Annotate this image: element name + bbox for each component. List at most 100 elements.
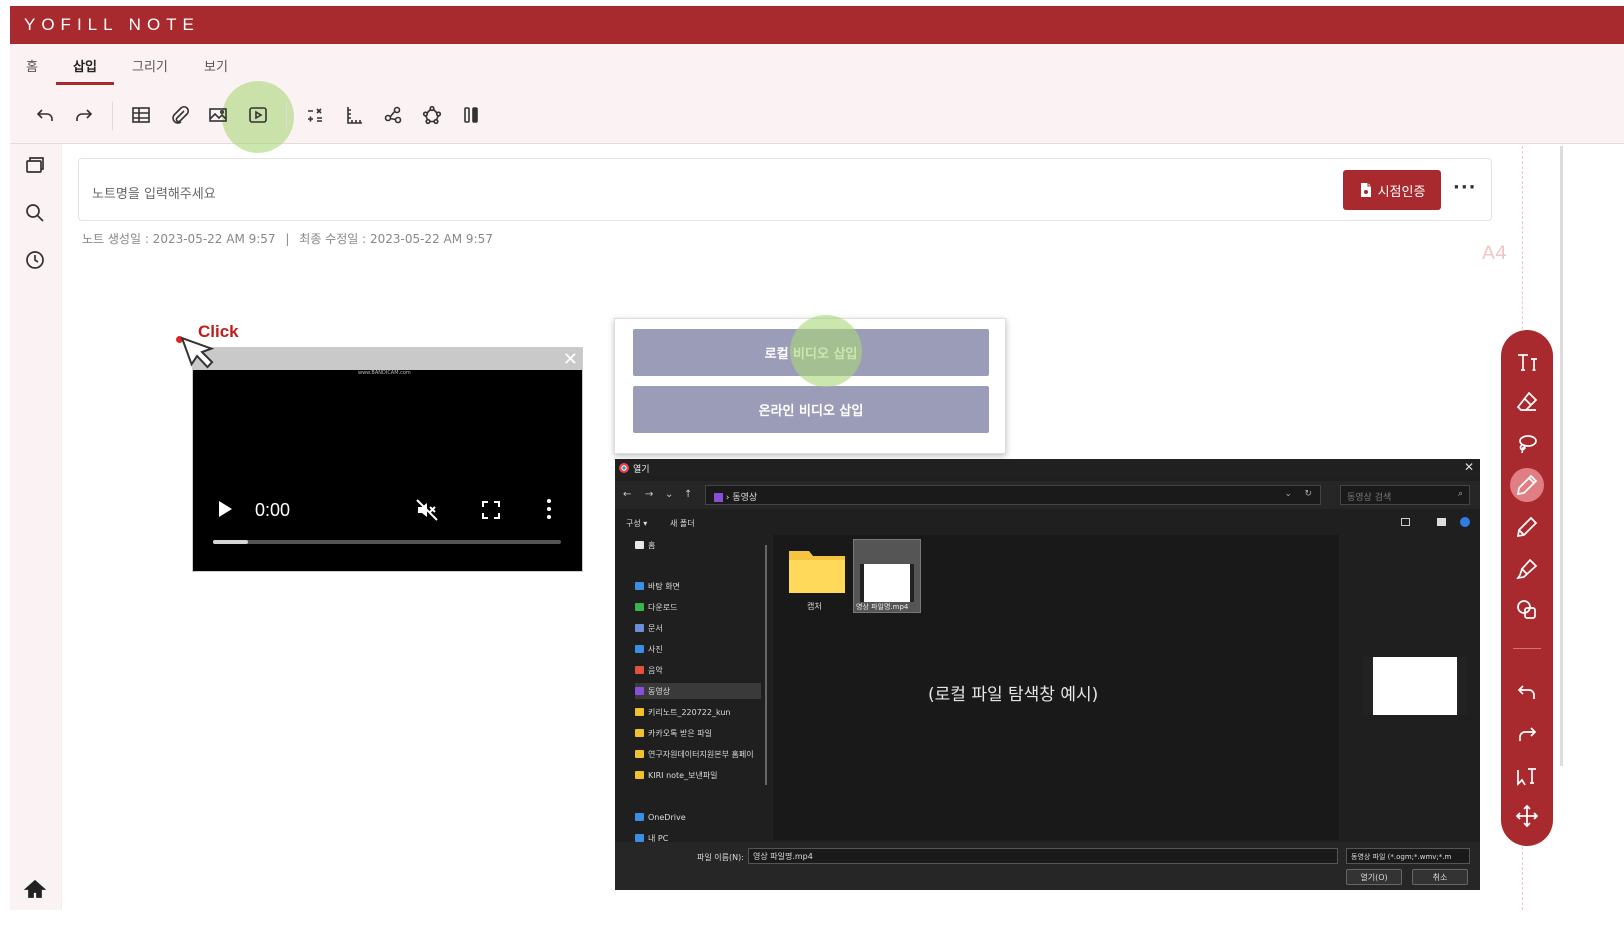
tab-home[interactable]: 홈: [26, 56, 38, 75]
refresh-icon[interactable]: ↻: [1304, 489, 1312, 499]
dialog-file-list: 캡처 영상 파일명.mp4 (로컬 파일 탐색창 예시): [773, 535, 1339, 840]
address-text: › 동영상: [714, 490, 757, 503]
meta-separator: |: [285, 232, 290, 246]
file-open-dialog: 열기 ✕ ← → ⌄ ↑ › 동영상 ⌄ ↻ 동영상 검색 ⌕ 구성 ▾ 새 폴…: [615, 459, 1480, 890]
up-icon[interactable]: ↑: [684, 489, 692, 500]
dialog-nav-bar: ← → ⌄ ↑ › 동영상 ⌄ ↻ 동영상 검색 ⌕: [615, 481, 1480, 509]
share-icon[interactable]: [380, 102, 406, 128]
highlighter-icon[interactable]: [1515, 557, 1539, 581]
sidebar-item-downloads[interactable]: 다운로드: [635, 599, 761, 615]
video-menu-icon[interactable]: [545, 498, 553, 520]
sidebar-item-onedrive[interactable]: OneDrive: [635, 809, 761, 825]
view-options-icon[interactable]: [1401, 518, 1410, 526]
dialog-title: 열기: [633, 465, 650, 475]
file-label: 영상 파일명.mp4: [856, 603, 909, 611]
play-icon[interactable]: [217, 500, 233, 518]
eraser-icon[interactable]: [1515, 390, 1539, 414]
close-icon[interactable]: ✕: [1464, 460, 1474, 474]
file-type-select[interactable]: 동영상 파일 (*.ogm;*.wmv;*.m: [1346, 848, 1470, 864]
pen-icon[interactable]: [1515, 473, 1539, 497]
note-meta: 노트 생성일 : 2023-05-22 AM 9:57 | 최종 수정일 : 2…: [82, 230, 493, 247]
toolbar-divider: [1513, 648, 1541, 649]
undo-icon[interactable]: [1515, 680, 1539, 704]
modified-date: 최종 수정일 : 2023-05-22 AM 9:57: [299, 232, 493, 246]
close-icon[interactable]: ✕: [563, 349, 578, 370]
text-icon[interactable]: [1515, 350, 1539, 374]
back-icon[interactable]: ←: [623, 489, 631, 500]
sidebar-item-home[interactable]: 홈: [635, 537, 761, 553]
tab-view[interactable]: 보기: [204, 56, 228, 75]
sidebar-item-folder[interactable]: 카카오톡 받은 파일: [635, 725, 761, 741]
shapes-icon[interactable]: [1515, 598, 1539, 622]
shape-icon[interactable]: [419, 102, 445, 128]
dialog-search-input[interactable]: 동영상 검색 ⌕: [1340, 485, 1470, 505]
pencil-icon[interactable]: [1515, 515, 1539, 539]
dialog-sidebar: 홈 바탕 화면 다운로드 문서 사진 음악 동영상 키리노트_220722_ku…: [615, 537, 770, 843]
online-video-insert-button[interactable]: 온라인 비디오 삽입: [633, 386, 989, 433]
cancel-button[interactable]: 취소: [1412, 869, 1468, 885]
redo-icon[interactable]: [71, 102, 97, 128]
sidebar-item-folder[interactable]: 키리노트_220722_kun: [635, 704, 761, 720]
note-title-bar: 노트명을 입력해주세요 시점인증 ···: [78, 158, 1492, 221]
sidebar-item-pictures[interactable]: 사진: [635, 641, 761, 657]
video-folder-icon: [714, 493, 723, 502]
created-date: 노트 생성일 : 2023-05-22 AM 9:57: [82, 232, 276, 246]
sidebar-scrollbar[interactable]: [765, 545, 767, 785]
mute-icon[interactable]: [415, 498, 439, 522]
undo-icon[interactable]: [32, 102, 58, 128]
lasso-icon[interactable]: [1515, 432, 1539, 456]
redo-icon[interactable]: [1515, 722, 1539, 746]
video-file-item[interactable]: 영상 파일명.mp4: [853, 539, 921, 613]
sidebar-item-folder[interactable]: 연구자원데이터지원본부 홈페이: [635, 746, 763, 762]
search-icon[interactable]: [24, 202, 46, 224]
test-tube-icon[interactable]: [458, 102, 484, 128]
forward-icon[interactable]: →: [645, 489, 653, 500]
new-folder-button[interactable]: 새 폴더: [670, 518, 695, 529]
video-player[interactable]: ✕ www.BANDICAM.com 0:00: [192, 347, 583, 572]
fullscreen-icon[interactable]: [481, 500, 501, 520]
filename-input[interactable]: 영상 파일명.mp4: [748, 848, 1338, 864]
formula-icon[interactable]: [302, 102, 328, 128]
open-button[interactable]: 열기(O): [1346, 869, 1402, 885]
filename-label: 파일 이름(N):: [697, 853, 744, 862]
sidebar-item-folder[interactable]: KIRI note_보낸파일: [635, 767, 761, 783]
address-bar[interactable]: › 동영상 ⌄ ↻: [705, 485, 1321, 505]
video-watermark: www.BANDICAM.com: [358, 370, 411, 376]
tab-draw[interactable]: 그리기: [132, 56, 168, 75]
video-header[interactable]: ✕: [193, 348, 582, 370]
file-label: 캡처: [807, 602, 822, 611]
chevron-down-icon[interactable]: ⌄: [665, 489, 673, 500]
note-title-input[interactable]: 노트명을 입력해주세요: [92, 183, 216, 202]
dialog-footer: 파일 이름(N): 영상 파일명.mp4 동영상 파일 (*.ogm;*.wmv…: [615, 842, 1480, 890]
help-icon[interactable]: [1460, 517, 1470, 527]
video-progress-fill: [213, 540, 248, 544]
image-icon[interactable]: [205, 102, 231, 128]
sidebar-item-music[interactable]: 음악: [635, 662, 761, 678]
preview-pane-icon[interactable]: [1437, 518, 1446, 526]
ruler-icon[interactable]: [341, 102, 367, 128]
organize-button[interactable]: 구성 ▾: [626, 518, 647, 529]
app-window: YOFILL NOTE 홈 삽입 그리기 보기 노트명을 입력해주세요 시점인증…: [0, 0, 1624, 940]
chevron-down-icon[interactable]: ⌄: [1284, 489, 1292, 499]
history-icon[interactable]: [24, 249, 46, 271]
video-progress-bar[interactable]: [213, 540, 561, 544]
move-icon[interactable]: [1515, 804, 1539, 828]
timestamp-cert-button[interactable]: 시점인증: [1343, 170, 1441, 210]
home-icon[interactable]: [23, 878, 47, 900]
dialog-title-bar: 열기 ✕: [615, 459, 1480, 477]
attachment-icon[interactable]: [167, 102, 193, 128]
sidebar-item-documents[interactable]: 문서: [635, 620, 761, 636]
folder-icon[interactable]: [789, 547, 845, 593]
scrollbar[interactable]: [1560, 146, 1563, 766]
sidebar-item-videos[interactable]: 동영상: [635, 683, 761, 699]
sidebar-item-desktop[interactable]: 바탕 화면: [635, 578, 761, 594]
more-options-button[interactable]: ···: [1453, 177, 1477, 198]
video-icon[interactable]: [245, 102, 271, 128]
tab-insert[interactable]: 삽입: [73, 56, 97, 75]
video-file-icon: [860, 564, 914, 602]
toolbar-divider: [286, 102, 287, 130]
select-text-icon[interactable]: [1515, 763, 1539, 787]
table-icon[interactable]: [128, 102, 154, 128]
pages-icon[interactable]: [24, 154, 46, 176]
drawing-toolbar: [1501, 330, 1553, 846]
